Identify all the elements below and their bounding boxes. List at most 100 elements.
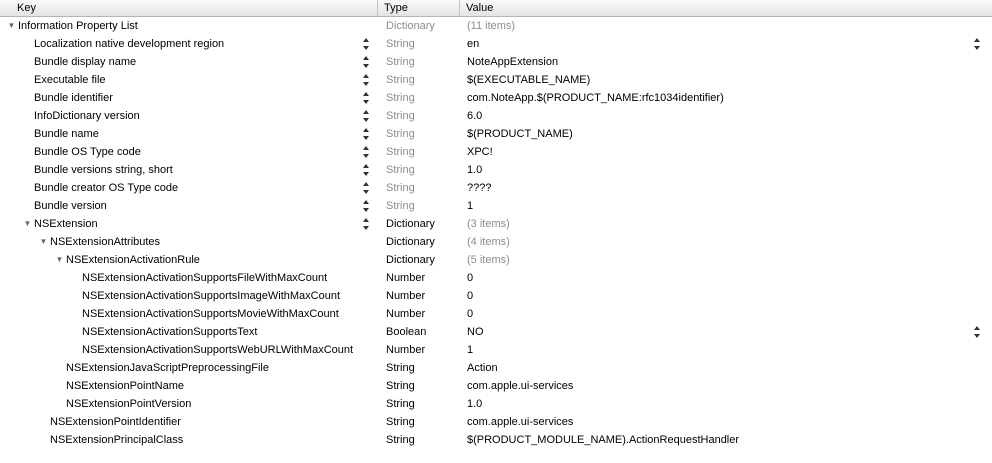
plist-row[interactable]: NSExtensionActivationSupportsText Boolean… [0,323,992,341]
key-cell[interactable]: NSExtensionPrincipalClass [0,431,378,449]
value-cell[interactable]: $(EXECUTABLE_NAME) [460,71,992,89]
key-cell[interactable]: NSExtensionActivationSupportsFileWithMax… [0,269,378,287]
plist-row[interactable]: Bundle display name String NoteAppExtensio… [0,53,992,71]
plist-row[interactable]: ▼ NSExtensionAttributes Dictionary (4 items… [0,233,992,251]
type-cell[interactable]: String [378,197,460,215]
key-popup-stepper-icon[interactable] [362,182,369,194]
key-cell[interactable]: Bundle OS Type code [0,143,378,161]
value-cell[interactable]: XPC! [460,143,992,161]
value-cell[interactable]: (11 items) [460,17,992,35]
plist-row[interactable]: Bundle OS Type code String XPC! [0,143,992,161]
value-cell[interactable]: 1.0 [460,395,992,413]
type-cell[interactable]: String [378,125,460,143]
key-cell[interactable]: Bundle version [0,197,378,215]
type-cell[interactable]: String [378,143,460,161]
key-cell[interactable]: Executable file [0,71,378,89]
plist-row[interactable]: NSExtensionPointVersion String 1.0 [0,395,992,413]
key-cell[interactable]: NSExtensionPointVersion [0,395,378,413]
key-column-header[interactable]: Key [0,0,378,16]
value-cell[interactable]: 1.0 [460,161,992,179]
key-cell[interactable]: ▼ NSExtensionActivationRule [0,251,378,269]
value-column-header[interactable]: Value [460,0,992,16]
key-popup-stepper-icon[interactable] [362,164,369,176]
type-cell[interactable]: Number [378,341,460,359]
type-cell[interactable]: String [378,107,460,125]
disclosure-triangle-icon[interactable]: ▼ [22,215,33,233]
type-cell[interactable]: String [378,413,460,431]
disclosure-triangle-icon[interactable]: ▼ [6,17,17,35]
type-cell[interactable]: String [378,395,460,413]
key-cell[interactable]: ▼ NSExtensionAttributes [0,233,378,251]
type-cell[interactable]: String [378,359,460,377]
plist-row[interactable]: ▼ Information Property List Dictionary (11 … [0,17,992,35]
key-popup-stepper-icon[interactable] [362,92,369,104]
value-cell[interactable]: 1 [460,197,992,215]
key-cell[interactable]: NSExtensionActivationSupportsWebURLWithM… [0,341,378,359]
value-cell[interactable]: NO [460,323,992,341]
type-cell[interactable]: String [378,71,460,89]
type-cell[interactable]: String [378,35,460,53]
type-cell[interactable]: Number [378,305,460,323]
type-cell[interactable]: Dictionary [378,215,460,233]
key-cell[interactable]: Bundle display name [0,53,378,71]
key-popup-stepper-icon[interactable] [362,128,369,140]
value-cell[interactable]: (5 items) [460,251,992,269]
type-cell[interactable]: String [378,53,460,71]
value-cell[interactable]: 0 [460,287,992,305]
type-cell[interactable]: String [378,431,460,449]
value-cell[interactable]: $(PRODUCT_NAME) [460,125,992,143]
key-popup-stepper-icon[interactable] [362,218,369,230]
plist-row[interactable]: Executable file String $(EXECUTABLE_NAME) [0,71,992,89]
key-cell[interactable]: ▼ NSExtension [0,215,378,233]
value-cell[interactable]: (4 items) [460,233,992,251]
type-column-header[interactable]: Type [378,0,460,16]
plist-row[interactable]: NSExtensionJavaScriptPreprocessingFile St… [0,359,992,377]
disclosure-triangle-icon[interactable]: ▼ [38,233,49,251]
type-cell[interactable]: Dictionary [378,233,460,251]
plist-row[interactable]: ▼ NSExtensionActivationRule Dictionary (5 i… [0,251,992,269]
value-cell[interactable]: 1 [460,341,992,359]
key-cell[interactable]: Bundle creator OS Type code [0,179,378,197]
value-cell[interactable]: 6.0 [460,107,992,125]
plist-row[interactable]: InfoDictionary version String 6.0 [0,107,992,125]
type-cell[interactable]: String [378,179,460,197]
key-cell[interactable]: Bundle identifier [0,89,378,107]
plist-row[interactable]: NSExtensionPointName String com.apple.ui-s… [0,377,992,395]
plist-row[interactable]: Bundle creator OS Type code String???? [0,179,992,197]
plist-row[interactable]: Localization native development region St… [0,35,992,53]
value-cell[interactable]: NoteAppExtension [460,53,992,71]
key-cell[interactable]: NSExtensionPointIdentifier [0,413,378,431]
key-cell[interactable]: ▼ Information Property List [0,17,378,35]
type-cell[interactable]: Number [378,287,460,305]
key-cell[interactable]: NSExtensionPointName [0,377,378,395]
value-cell[interactable]: com.apple.ui-services [460,377,992,395]
type-cell[interactable]: Dictionary [378,17,460,35]
key-popup-stepper-icon[interactable] [362,146,369,158]
value-cell[interactable]: 0 [460,269,992,287]
plist-row[interactable]: Bundle version String 1 [0,197,992,215]
type-cell[interactable]: String [378,89,460,107]
value-cell[interactable]: 0 [460,305,992,323]
plist-row[interactable]: NSExtensionActivationSupportsImageWithMa… [0,287,992,305]
key-cell[interactable]: Bundle versions string, short [0,161,378,179]
plist-row[interactable]: NSExtensionPrincipalClass String $(PRODUCT… [0,431,992,449]
plist-row[interactable]: ▼ NSExtension Dictionary (3 items) [0,215,992,233]
type-cell[interactable]: String [378,377,460,395]
key-cell[interactable]: NSExtensionActivationSupportsImageWithMa… [0,287,378,305]
type-cell[interactable]: Dictionary [378,251,460,269]
plist-row[interactable]: NSExtensionActivationSupportsFileWithMax… [0,269,992,287]
type-cell[interactable]: String [378,161,460,179]
value-cell[interactable]: en [460,35,992,53]
disclosure-triangle-icon[interactable]: ▼ [54,251,65,269]
key-cell[interactable]: NSExtensionActivationSupportsMovieWithMa… [0,305,378,323]
key-popup-stepper-icon[interactable] [362,56,369,68]
key-cell[interactable]: Localization native development region [0,35,378,53]
value-cell[interactable]: ???? [460,179,992,197]
type-cell[interactable]: Boolean [378,323,460,341]
key-cell[interactable]: InfoDictionary version [0,107,378,125]
plist-row[interactable]: Bundle versions string, short String 1.0 [0,161,992,179]
plist-row[interactable]: Bundle name String $(PRODUCT_NAME) [0,125,992,143]
plist-row[interactable]: Bundle identifier String com.NoteApp.$(PRO… [0,89,992,107]
value-popup-stepper-icon[interactable] [973,38,980,50]
value-cell[interactable]: Action [460,359,992,377]
